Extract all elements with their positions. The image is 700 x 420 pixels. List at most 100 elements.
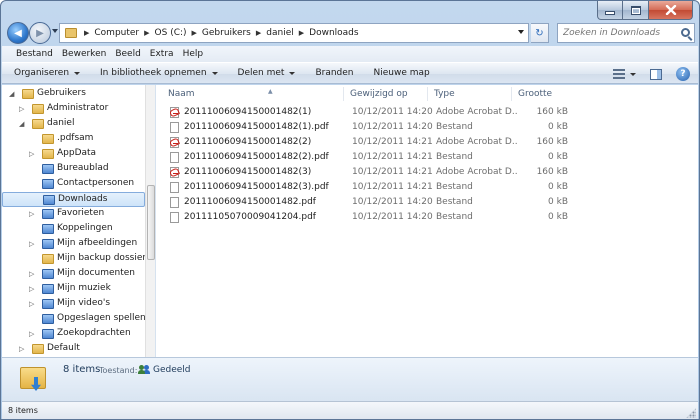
folder-icon (43, 195, 55, 205)
tree-item-label: daniel (47, 118, 75, 128)
pdf-file-icon (170, 107, 179, 118)
back-button[interactable]: ◀ (7, 22, 29, 44)
tree-item-daniel[interactable]: ◢ daniel (2, 117, 145, 132)
organize-button[interactable]: Organiseren (14, 68, 81, 78)
folder-icon (32, 119, 44, 129)
recent-pages-dropdown[interactable] (52, 29, 58, 33)
breadcrumb-daniel[interactable]: daniel ▶ (264, 28, 307, 38)
minimize-button[interactable] (597, 1, 623, 20)
view-options-icon[interactable] (613, 69, 625, 79)
close-button[interactable] (649, 1, 693, 20)
file-row[interactable]: 20111006094150001482(3).pdf 10/12/2011 14… (162, 180, 582, 195)
tree-item-contactpersonen[interactable]: Contactpersonen (2, 177, 145, 192)
explorer-window: ◀ ▶ ▶ Computer ▶ OS (C:) ▶ Gebruikers ▶ dan… (0, 0, 700, 420)
chevron-right-icon[interactable]: ▶ (296, 29, 307, 37)
expand-arrow-icon[interactable]: ▷ (29, 210, 34, 218)
file-icon (170, 182, 179, 193)
tree-item-gebruikers[interactable]: ◢ Gebruikers (2, 87, 145, 102)
collapse-arrow-icon[interactable]: ◢ (19, 120, 24, 128)
tree-item-label: AppData (57, 148, 97, 158)
tree-item-bureaublad[interactable]: Bureaublad (2, 162, 145, 177)
expand-arrow-icon[interactable]: ▷ (29, 330, 34, 338)
menu-extra[interactable]: Extra (150, 49, 174, 59)
column-headers: Naam ▲ Gewijzigd op Type Grootte (162, 85, 698, 101)
folder-icon (42, 314, 54, 324)
expand-arrow-icon[interactable]: ▷ (19, 345, 24, 353)
chevron-right-icon[interactable]: ▶ (141, 29, 152, 37)
column-header-type[interactable]: Type (428, 87, 512, 101)
details-state-label: Toestand: (99, 366, 138, 375)
file-row[interactable]: 20111006094150001482(3) 10/12/2011 14:21 A… (162, 165, 582, 180)
file-row[interactable]: 20111105070009041204.pdf 10/12/2011 14:20… (162, 210, 582, 225)
file-name: 20111006094150001482(3) (184, 167, 312, 177)
tree-item-mijn-muziek[interactable]: ▷ Mijn muziek (2, 282, 145, 297)
tree-item-downloads[interactable]: Downloads (2, 192, 145, 207)
address-dropdown-icon[interactable] (518, 30, 524, 34)
burn-button[interactable]: Branden (315, 68, 353, 78)
tree-item-koppelingen[interactable]: Koppelingen (2, 222, 145, 237)
tree-item-favorieten[interactable]: ▷ Favorieten (2, 207, 145, 222)
file-name: 20111006094150001482(2) (184, 137, 312, 147)
tree-item-pdfsam[interactable]: .pdfsam (2, 132, 145, 147)
file-row[interactable]: 20111006094150001482(2) 10/12/2011 14:21 A… (162, 135, 582, 150)
share-with-button[interactable]: Delen met (238, 68, 296, 78)
menu-bewerken[interactable]: Bewerken (62, 49, 106, 59)
tree-item-default[interactable]: ▷ Default (2, 342, 145, 357)
tree-item-mijn-backup-dossier[interactable]: Mijn backup dossier (2, 252, 146, 267)
tree-item-zoekopdrachten[interactable]: ▷ Zoekopdrachten (2, 327, 145, 342)
collapse-arrow-icon[interactable]: ◢ (9, 90, 14, 98)
tree-item-mijn-afbeeldingen[interactable]: ▷ Mijn afbeeldingen (2, 237, 145, 252)
file-type: Bestand (436, 197, 473, 207)
file-list: Naam ▲ Gewijzigd op Type Grootte 20111006… (162, 85, 698, 357)
include-in-library-button[interactable]: In bibliotheek opnemen (100, 68, 218, 78)
shared-users-icon (138, 365, 150, 375)
chevron-right-icon[interactable]: ▶ (253, 29, 264, 37)
file-type: Adobe Acrobat D... (436, 167, 518, 177)
view-dropdown-icon[interactable] (630, 72, 636, 76)
help-icon[interactable]: ? (676, 67, 690, 81)
file-date: 10/12/2011 14:21 (352, 152, 433, 162)
breadcrumb-computer[interactable]: Computer ▶ (92, 28, 152, 38)
column-header-date[interactable]: Gewijzigd op (344, 87, 428, 101)
file-row[interactable]: 20111006094150001482(1) 10/12/2011 14:20 A… (162, 105, 582, 120)
menu-beeld[interactable]: Beeld (115, 49, 140, 59)
file-size: 0 kB (548, 152, 568, 162)
breadcrumb-downloads[interactable]: Downloads (307, 28, 360, 38)
column-header-size[interactable]: Grootte (512, 87, 568, 101)
search-icon[interactable] (681, 28, 690, 37)
breadcrumb-os-c[interactable]: OS (C:) ▶ (153, 28, 200, 38)
file-row[interactable]: 20111006094150001482(2).pdf 10/12/2011 14… (162, 150, 582, 165)
tree-item-appdata[interactable]: ▷ AppData (2, 147, 145, 162)
file-row[interactable]: 20111006094150001482.pdf 10/12/2011 14:20… (162, 195, 582, 210)
file-name: 20111006094150001482(3).pdf (184, 182, 329, 192)
tree-item-administrator[interactable]: ▷ Administrator (2, 102, 145, 117)
column-header-name[interactable]: Naam ▲ (162, 87, 344, 101)
tree-item-mijn-documenten[interactable]: ▷ Mijn documenten (2, 267, 145, 282)
search-input[interactable] (558, 28, 676, 38)
navigation-scrollbar[interactable] (145, 85, 155, 357)
maximize-button[interactable] (623, 1, 649, 20)
scrollbar-thumb[interactable] (147, 185, 155, 260)
refresh-button[interactable]: ↻ (531, 23, 549, 43)
forward-button[interactable]: ▶ (29, 22, 51, 44)
expand-arrow-icon[interactable]: ▷ (29, 270, 34, 278)
resize-grip-icon[interactable] (686, 408, 696, 418)
folder-icon (42, 329, 54, 339)
expand-arrow-icon[interactable]: ▷ (29, 150, 34, 158)
preview-pane-icon[interactable] (650, 68, 662, 80)
details-state-value: Gedeeld (153, 365, 191, 375)
file-row[interactable]: 20111006094150001482(1).pdf 10/12/2011 14… (162, 120, 582, 135)
breadcrumb-gebruikers[interactable]: Gebruikers ▶ (200, 28, 264, 38)
tree-item-opgeslagen-spellen[interactable]: Opgeslagen spellen (2, 312, 146, 327)
expand-arrow-icon[interactable]: ▷ (29, 285, 34, 293)
new-folder-button[interactable]: Nieuwe map (374, 68, 430, 78)
expand-arrow-icon[interactable]: ▷ (29, 240, 34, 248)
address-bar[interactable]: ▶ Computer ▶ OS (C:) ▶ Gebruikers ▶ daniel ▶… (59, 23, 529, 43)
expand-arrow-icon[interactable]: ▷ (19, 105, 24, 113)
expand-arrow-icon[interactable]: ▷ (29, 300, 34, 308)
menu-bestand[interactable]: Bestand (16, 49, 53, 59)
menu-help[interactable]: Help (183, 49, 204, 59)
search-box[interactable] (557, 23, 695, 43)
tree-item-mijn-video-s[interactable]: ▷ Mijn video's (2, 297, 145, 312)
chevron-right-icon[interactable]: ▶ (189, 29, 200, 37)
